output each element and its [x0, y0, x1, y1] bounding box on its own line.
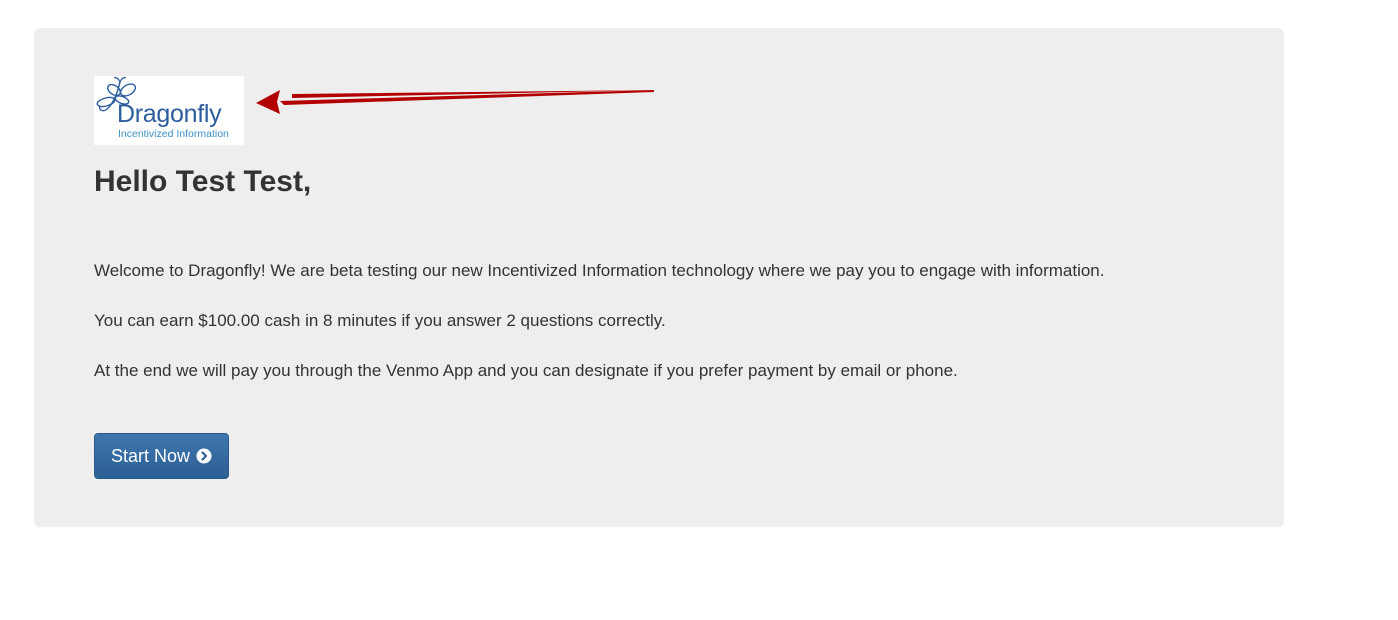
greeting-heading: Hello Test Test,	[94, 165, 312, 198]
intro-paragraph: Welcome to Dragonfly! We are beta testin…	[94, 261, 1105, 280]
start-now-button[interactable]: Start Now	[94, 433, 229, 479]
chevron-circle-right-icon	[196, 448, 212, 464]
payment-paragraph: At the end we will pay you through the V…	[94, 361, 958, 380]
arrow-left-icon	[256, 90, 654, 114]
start-now-label: Start Now	[110, 445, 191, 466]
earn-paragraph: You can earn $100.00 cash in 8 minutes i…	[94, 311, 666, 330]
logo-tagline: Incentivized Information	[118, 128, 229, 140]
dragonfly-logo: Dragonfly Incentivized Information	[94, 76, 244, 145]
logo-wordmark: Dragonfly	[117, 100, 222, 128]
